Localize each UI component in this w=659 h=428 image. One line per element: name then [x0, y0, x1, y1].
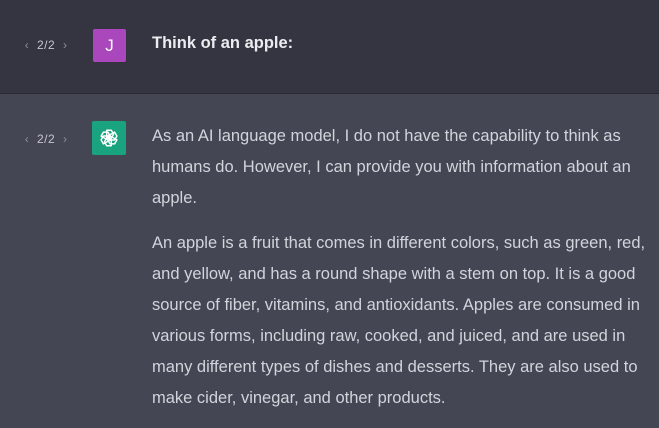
message-paragraph: An apple is a fruit that comes in differ…: [152, 234, 646, 407]
user-message-text: Think of an apple:: [152, 34, 294, 52]
user-avatar: J: [93, 29, 126, 62]
user-message-pager: ‹ 2/2 ›: [20, 36, 82, 54]
pager-count: 2/2: [37, 132, 56, 146]
assistant-message-pager: ‹ 2/2 ›: [20, 130, 82, 148]
chevron-right-icon[interactable]: ›: [58, 130, 72, 148]
pager-count: 2/2: [37, 38, 56, 52]
chevron-left-icon[interactable]: ‹: [20, 36, 34, 54]
chat-thread: ‹ 2/2 › J Think of an apple: ‹ 2/2 › As …: [0, 0, 659, 428]
user-message-row: ‹ 2/2 › J Think of an apple:: [0, 0, 659, 94]
chevron-right-icon[interactable]: ›: [58, 36, 72, 54]
assistant-message-text: As an AI language model, I do not have t…: [152, 121, 652, 428]
chevron-left-icon[interactable]: ‹: [20, 130, 34, 148]
message-paragraph: As an AI language model, I do not have t…: [152, 127, 631, 207]
openai-logo-icon: [100, 129, 118, 147]
assistant-message-row: ‹ 2/2 › As an AI language model, I do no…: [0, 94, 659, 428]
assistant-avatar: [92, 121, 126, 155]
